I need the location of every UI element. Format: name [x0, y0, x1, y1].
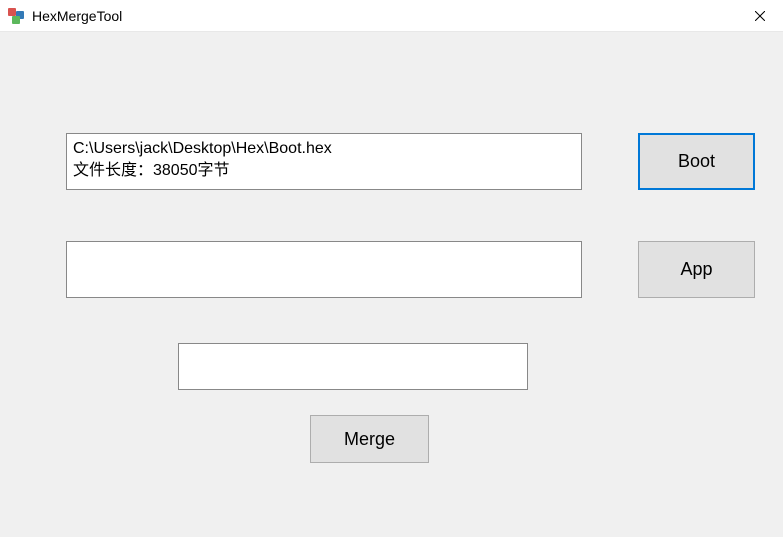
- boot-file-textbox[interactable]: C:\Users\jack\Desktop\Hex\Boot.hex 文件长度：…: [66, 133, 582, 190]
- app-button[interactable]: App: [638, 241, 755, 298]
- boot-file-length: 文件长度：38050字节: [73, 160, 575, 182]
- merge-button[interactable]: Merge: [310, 415, 429, 463]
- app-icon: [8, 8, 24, 24]
- boot-button-label: Boot: [678, 151, 715, 172]
- titlebar: HexMergeTool: [0, 0, 783, 32]
- output-file-textbox[interactable]: [178, 343, 528, 390]
- boot-file-path: C:\Users\jack\Desktop\Hex\Boot.hex: [73, 138, 575, 160]
- close-button[interactable]: [737, 0, 783, 32]
- close-icon: [755, 11, 765, 21]
- boot-button[interactable]: Boot: [638, 133, 755, 190]
- app-button-label: App: [680, 259, 712, 280]
- merge-button-label: Merge: [344, 429, 395, 450]
- client-area: C:\Users\jack\Desktop\Hex\Boot.hex 文件长度：…: [0, 32, 783, 537]
- app-file-textbox[interactable]: [66, 241, 582, 298]
- window-title: HexMergeTool: [32, 8, 122, 24]
